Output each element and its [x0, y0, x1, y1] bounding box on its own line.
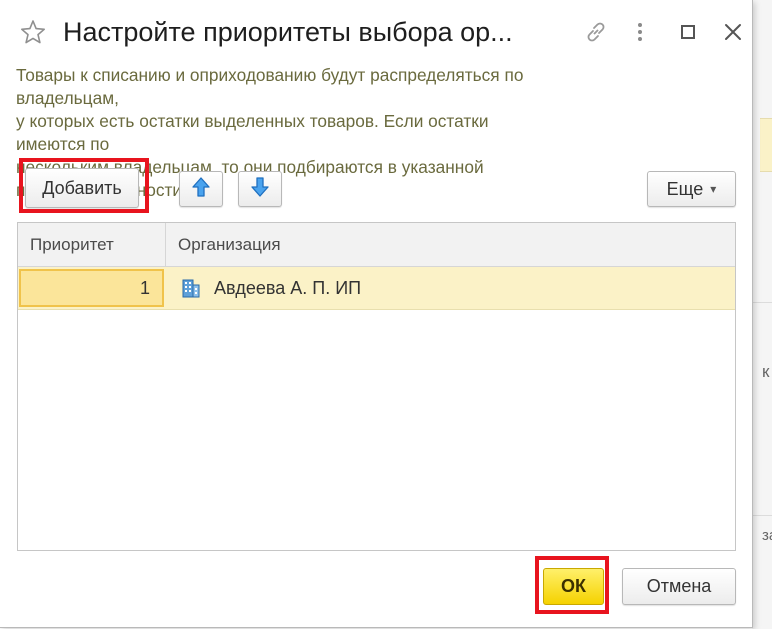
background-divider [752, 515, 772, 516]
building-icon [181, 278, 201, 298]
dialog-title: Настройте приоритеты выбора ор... [63, 17, 513, 47]
cancel-button[interactable]: Отмена [622, 568, 736, 605]
highlight-frame-add [19, 158, 149, 213]
maximize-icon[interactable] [676, 20, 700, 44]
close-icon[interactable] [721, 20, 745, 44]
table-row[interactable]: 1 Авдеева А. П. ИП [18, 267, 735, 310]
star-icon[interactable] [20, 19, 46, 45]
more-button-label: Еще [666, 178, 704, 199]
info-line: у которых есть остатки выделенных товаро… [16, 111, 489, 154]
more-vertical-icon[interactable] [628, 20, 652, 44]
column-header-organization[interactable]: Организация [166, 223, 735, 267]
link-icon[interactable] [584, 20, 608, 44]
move-up-button[interactable] [179, 171, 223, 207]
chevron-down-icon: ▾ [710, 182, 717, 196]
more-button[interactable]: Еще ▾ [647, 171, 736, 207]
priority-dialog: Настройте приоритеты выбора ор... Товары… [0, 0, 753, 628]
organization-cell[interactable]: Авдеева А. П. ИП [214, 267, 361, 309]
move-down-button[interactable] [238, 171, 282, 207]
background-text: к [762, 362, 770, 381]
priority-table[interactable]: Приоритет Организация 1 Авдеева А. П. ИП [17, 222, 736, 551]
column-header-priority[interactable]: Приоритет [18, 223, 166, 267]
arrow-down-icon [250, 176, 270, 203]
info-line: Товары к списанию и оприходованию будут … [16, 65, 524, 108]
priority-cell[interactable]: 1 [19, 269, 164, 307]
arrow-up-icon [191, 176, 211, 203]
background-app-highlight [760, 118, 772, 172]
highlight-frame-ok [535, 556, 609, 614]
background-text: за [762, 527, 772, 544]
background-divider [752, 302, 772, 303]
